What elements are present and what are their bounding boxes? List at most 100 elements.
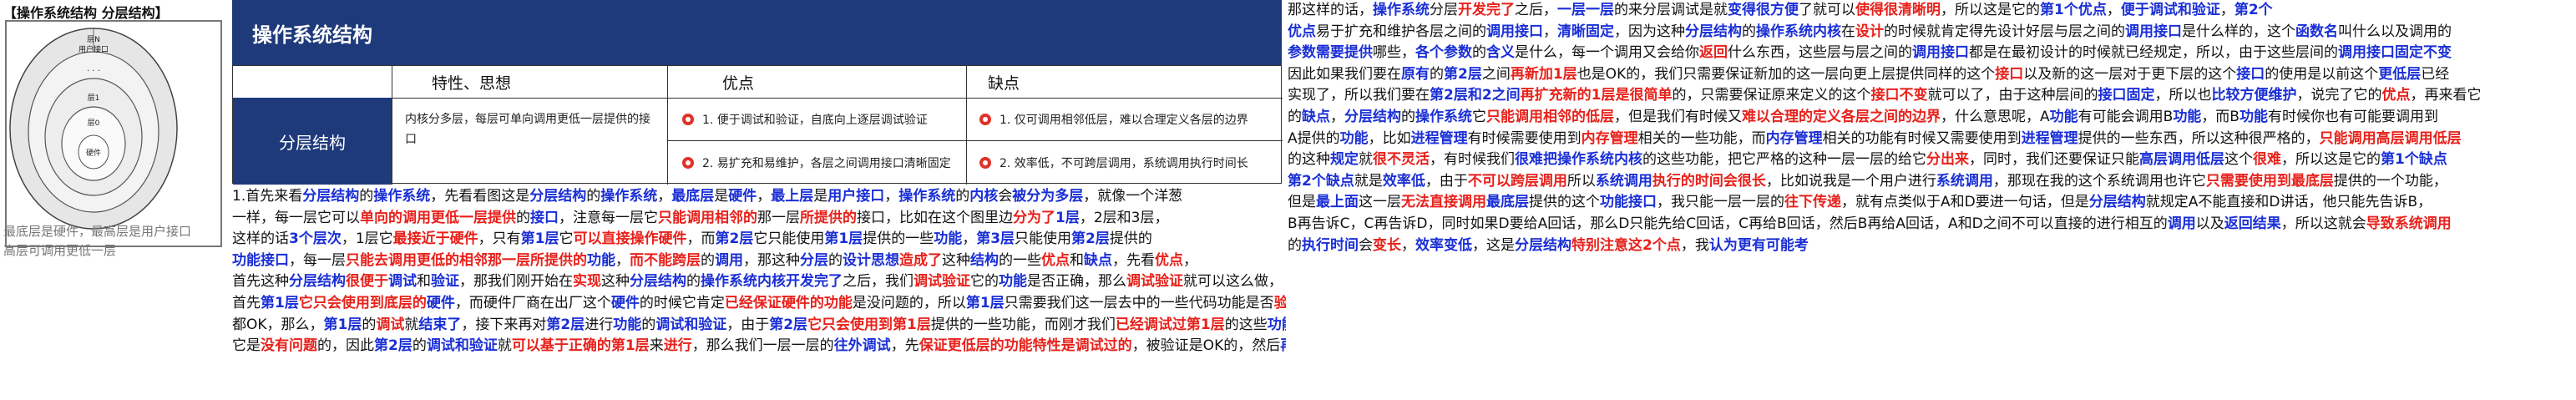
right-paragraph-line: 因此如果我们要在原有的第2层之间再新加1层也是OK的，我们只需要保证新加的这一层… — [1288, 64, 2573, 86]
left-paragraph-text-run: 的 — [686, 273, 701, 291]
left-paragraph-text-run: 提供的 — [1109, 230, 1152, 248]
right-paragraph-text-run: 操作系统 — [1415, 108, 1472, 125]
left-paragraph-text-run: ，1层它 — [341, 230, 393, 248]
left-paragraph-text-run: 调试验证 — [1126, 273, 1183, 291]
left-paragraph-text-run: ，2层和3层， — [1079, 209, 1169, 226]
right-paragraph-text-run: 所以 — [1566, 172, 1596, 190]
right-paragraph-text-run: 哪些， — [1373, 44, 1415, 62]
left-paragraph-text-run: 的 — [701, 251, 715, 269]
layer-label: 用户接口 — [78, 44, 109, 54]
left-paragraph-text-run: 操作系统内核开发完了 — [701, 273, 843, 291]
right-paragraph-text-run: 的这种 — [1288, 151, 1330, 169]
right-paragraph-text-run: 效率低 — [1382, 172, 1425, 190]
right-paragraph-text-run: 的这些功能，把它严格的这种一层一层的给它 — [1642, 151, 1926, 169]
left-paragraph-text-run: 功能 — [587, 251, 615, 269]
left-paragraph-text-run: ，接下来再对 — [461, 316, 547, 333]
right-paragraph-text-run: 高层调用低层 — [2139, 151, 2224, 169]
bullet-icon — [979, 114, 991, 125]
right-paragraph-text-run: 执行的时间会很长 — [1652, 172, 1766, 190]
right-paragraph-text-run: 分层 — [1430, 2, 1458, 18]
right-paragraph-text-run: 导致系统调用 — [2366, 215, 2452, 232]
left-paragraph-text-run: 它只能使用 — [753, 230, 825, 248]
right-paragraph-text-run: 原有 — [1401, 65, 1430, 83]
bullet-icon — [979, 157, 991, 169]
right-paragraph-text-run: 有时候需要使用到 — [1467, 129, 1582, 147]
left-paragraph-text-run: 设计思想 — [843, 251, 899, 269]
right-paragraph-text-run: ，我 — [1680, 236, 1709, 254]
diagram-title: 【操作系统结构 分层结构】 — [3, 5, 169, 21]
right-paragraph-text-run: 调用接口 — [2125, 23, 2182, 40]
left-paragraph-text-run: 功能 — [999, 273, 1027, 291]
right-paragraph-text-run: 的 — [1288, 108, 1302, 125]
row-label: 分层结构 — [233, 98, 392, 185]
right-paragraph-text-run: 在 — [1841, 23, 1855, 40]
right-paragraph-text-run: 会 — [1359, 236, 1373, 254]
left-paragraph-text-run: 1.首先来看 — [232, 188, 303, 205]
left-paragraph-text-run: 很便于 — [346, 273, 388, 291]
left-paragraph-text-run: 这样的话 — [232, 230, 289, 248]
left-paragraph-text-run: 是 — [714, 188, 729, 205]
right-paragraph-text-run: 有可能会调用B — [2078, 108, 2174, 125]
left-paragraph-text-run: 只能调用相邻的 — [658, 209, 757, 226]
right-paragraph-text-run: 就 — [1359, 151, 1373, 169]
right-paragraph-text-run: 接口 — [2236, 65, 2265, 83]
right-paragraph-text-run: 执行时间 — [1302, 236, 1359, 254]
right-paragraph-text-run: 变长 — [1373, 236, 1401, 254]
left-paragraph-text-run: 结构 — [970, 251, 999, 269]
left-paragraph-text-run: 只能去调用更低的相邻那一层所提供的 — [346, 251, 587, 269]
right-paragraph-text-run: ，因为这种 — [1614, 23, 1685, 40]
right-paragraph-text-run: 之后， — [1515, 2, 1557, 18]
right-paragraph-text-run: 缺点 — [1302, 108, 1330, 125]
layer-label: 层0 — [88, 119, 100, 128]
right-paragraph-text-run: ，就有点类似于A和D要进一句话，但是 — [1841, 194, 2089, 211]
left-paragraph-text-run: 进行 — [663, 337, 692, 355]
left-paragraph-text-run: 第1层 — [520, 230, 559, 248]
right-paragraph-text-run: 清晰固定 — [1557, 23, 1614, 40]
banner: 操作系统结构 — [232, 0, 1282, 65]
left-paragraph-text-run: ， — [884, 188, 899, 205]
right-paragraph-text-run: ， — [1401, 236, 1415, 254]
left-paragraph-text-run: 第2层 — [546, 316, 585, 333]
left-paragraph-text-run: ，那我们刚开始在 — [459, 273, 573, 291]
right-paragraph-text-run: 很难把操作系统内核 — [1515, 151, 1642, 169]
left-paragraph-text-run: 已经调试过第1层 — [1115, 316, 1225, 333]
right-paragraph-text-run: 设计 — [1855, 23, 1884, 40]
header-cons: 缺点 — [988, 73, 1020, 93]
right-paragraph-text-run: 第2个缺点 — [1288, 172, 1354, 190]
feature-cell: 内核分多层，每层可单向调用更低一层提供的接口 — [405, 113, 650, 146]
left-paragraph-text-run: 只需要我们这一层去中的一些代码功能是否 — [1004, 294, 1274, 311]
left-paragraph-line: 1.首先来看分层结构的操作系统，先看看图这是分层结构的操作系统，最底层是硬件，最… — [232, 186, 1286, 208]
right-paragraph-text-run: 变得很方便 — [1728, 2, 1799, 18]
left-paragraph-text-run: 第1层 — [323, 316, 362, 333]
right-paragraph-text-run: 返回 — [1699, 44, 1728, 62]
left-paragraph-text-run: 操作系统 — [898, 188, 956, 205]
right-paragraph-text-run: 进程管理 — [1410, 129, 1468, 147]
right-paragraph-text-run: 系统调用 — [1936, 172, 1993, 190]
right-paragraph-text-run: 调用 — [2167, 215, 2196, 232]
right-paragraph-line: 那这样的话，操作系统分层开发完了之后，一层一层的来分层调试是就变得很方便了就可以… — [1288, 0, 2573, 22]
left-paragraph-text-run: 分层结构 — [302, 188, 360, 205]
right-paragraph-line: 但是最上面这一层无法直接调用最底层提供的这个功能接口，我只能一层一层的往下传递，… — [1288, 192, 2573, 214]
left-paragraph-text-run: ，由于 — [726, 316, 770, 333]
left-paragraph-text-run: 优点 — [1041, 251, 1070, 269]
left-paragraph-text-run: 可以基于正确的第1层 — [511, 337, 650, 355]
right-paragraph-text-run: 有时候你也有可能要调用到 — [2267, 108, 2438, 125]
left-paragraph-text-run: 验证 — [1273, 294, 1286, 311]
right-paragraph-text-run: 功能 — [2173, 108, 2202, 125]
left-paragraph-text-run: 那一层 — [757, 209, 800, 226]
pro-item-1: 1. 便于调试和验证，自底向上逐层调试验证 — [682, 111, 928, 128]
explanation-text-left: 1.首先来看分层结构的操作系统，先看看图这是分层结构的操作系统，最底层是硬件，最… — [232, 186, 1286, 357]
right-paragraph-text-run: 但是 — [1288, 194, 1316, 211]
left-paragraph-text-run: 第2层 — [1071, 230, 1110, 248]
left-paragraph-text-run: 分层结构 — [529, 188, 587, 205]
left-paragraph-text-run: 再来调试更高一层 — [1280, 337, 1286, 354]
right-paragraph-text-run: ，所以这是它的 — [2281, 151, 2381, 169]
right-paragraph-text-run: 是什么，每一个调用又会给你 — [1515, 44, 1699, 62]
left-paragraph-text-run: 接口 — [530, 209, 559, 226]
left-paragraph-text-run: 3个层次 — [289, 230, 342, 248]
left-paragraph-text-run: 第2层 — [769, 316, 808, 333]
left-paragraph-text-run: 验证 — [431, 273, 459, 291]
right-paragraph-text-run: 也是OK的，我们只需要保证新加的这一层向更上层提供同样的这个 — [1576, 65, 1996, 83]
right-paragraph-text-run: 的来分层调试是就 — [1614, 2, 1728, 18]
right-paragraph-text-run: 第2个 — [2234, 2, 2273, 18]
